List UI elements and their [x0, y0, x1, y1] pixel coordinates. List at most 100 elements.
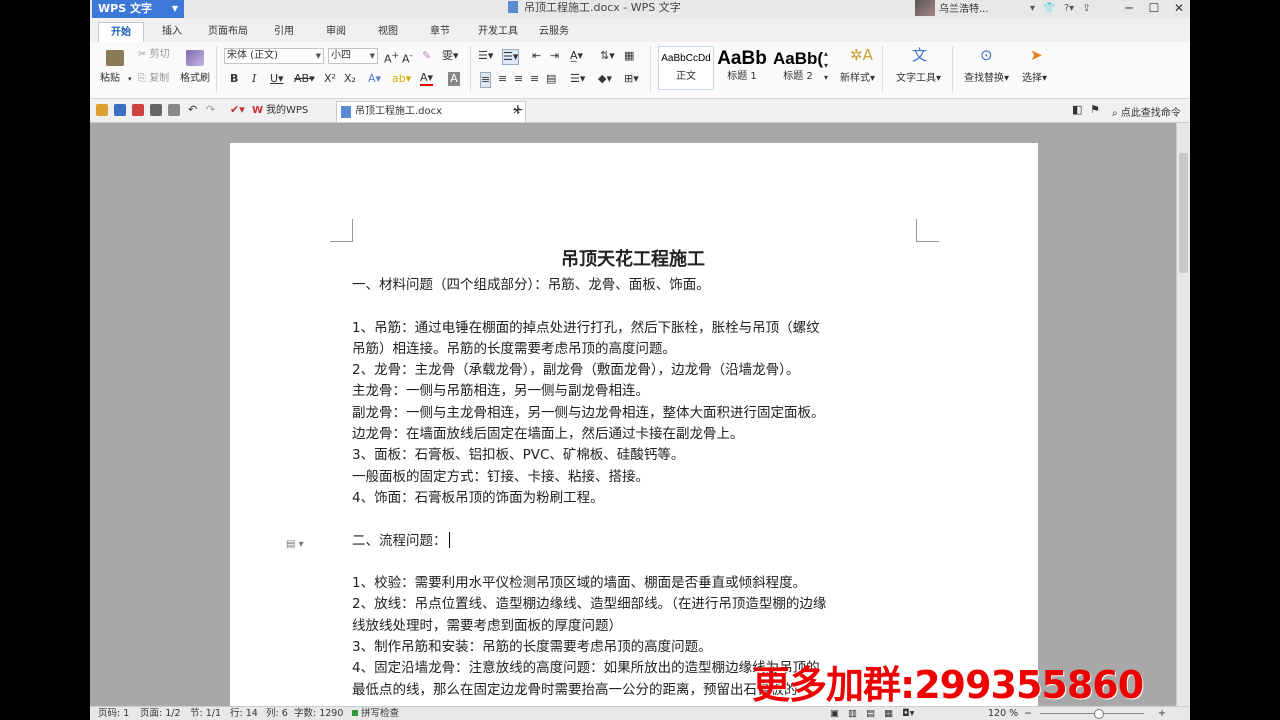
font-size-select[interactable]: 小四 ▼	[328, 48, 378, 64]
style-normal[interactable]: AaBbCcDd 正文	[658, 46, 714, 90]
tab-references[interactable]: 引用	[266, 22, 302, 42]
user-account[interactable]: 乌兰浩特...	[915, 0, 989, 18]
text-tools-icon[interactable]: 文	[912, 48, 927, 63]
justify-icon[interactable]: ≡	[530, 72, 539, 86]
paste-dropdown-icon[interactable]: ▾	[128, 72, 132, 86]
style-heading-2[interactable]: AaBb( 标题 2	[770, 46, 826, 90]
new-tab-button[interactable]: +	[512, 103, 524, 117]
divider	[650, 46, 651, 92]
help-icon[interactable]: ?▾	[1064, 3, 1074, 14]
command-search[interactable]: ⌕ 点此查找命令	[1112, 104, 1181, 119]
font-color-icon[interactable]: A▾	[420, 72, 434, 86]
doc-tab-active[interactable]: 吊顶工程施工.docx ✕	[336, 101, 526, 122]
superscript-icon[interactable]: X²	[324, 72, 336, 86]
align-left-icon[interactable]: ≡	[480, 72, 492, 88]
shading-icon[interactable]: ◆▾	[598, 72, 612, 86]
chinese-layout-icon[interactable]: A̲▾	[570, 49, 583, 63]
align-center-icon[interactable]: ≡	[498, 72, 507, 86]
close-button[interactable]: ✕	[1167, 0, 1190, 16]
check-icon	[352, 710, 358, 716]
tab-cloud[interactable]: 云服务	[534, 22, 574, 42]
open-folder-icon[interactable]	[96, 104, 108, 116]
tab-view[interactable]: 视图	[370, 22, 406, 42]
paragraph: 1、吊筋：通过电锤在棚面的掉点处进行打孔，然后下胀栓，胀栓与吊顶（螺纹	[352, 319, 820, 336]
print-icon[interactable]	[150, 104, 162, 116]
char-shading-icon[interactable]: A	[448, 72, 460, 86]
paste-button[interactable]: 粘贴	[100, 72, 120, 86]
clear-format-icon[interactable]: ✎	[422, 49, 431, 63]
phonetic-icon[interactable]: 雯▾	[442, 49, 459, 63]
shirt-icon[interactable]: 👕	[1043, 3, 1055, 14]
paragraph: 边龙骨：在墙面放线后固定在墙面上，然后通过卡接在副龙骨上。	[352, 426, 744, 443]
subscript-icon[interactable]: X₂	[344, 72, 356, 86]
doc-tab-my-wps[interactable]: W 我的WPS ✕	[248, 101, 350, 121]
status-word-count[interactable]: 字数: 1290	[294, 707, 343, 720]
sidebar-toggle-icon[interactable]: ◧	[1072, 103, 1082, 117]
document-body[interactable]: 吊顶天花工程施工 一、材料问题（四个组成部分）：吊筋、龙骨、面板、饰面。 1、吊筋…	[352, 245, 932, 701]
maximize-button[interactable]: ☐	[1142, 0, 1166, 16]
customize-icon[interactable]: ✔▾	[230, 103, 245, 117]
align-right-icon[interactable]: ≡	[514, 72, 523, 86]
highlight-icon[interactable]: ab▾	[392, 72, 411, 86]
grow-font-icon[interactable]: A+	[384, 49, 399, 67]
style-gallery-scroll[interactable]: ▴ ▾ ▾	[824, 48, 828, 84]
chevron-down-icon: ▼	[171, 4, 178, 13]
copy-button[interactable]: ⎘ 复制	[138, 72, 169, 86]
select-button[interactable]: 选择▾	[1022, 72, 1047, 86]
line-spacing-icon[interactable]: ☰▾	[570, 72, 585, 86]
style-heading-1[interactable]: AaBb 标题 1	[714, 46, 770, 90]
flag-icon[interactable]: ⚑	[1090, 103, 1100, 117]
wps-app-menu-button[interactable]: WPS 文字 ▼	[92, 0, 184, 18]
italic-icon[interactable]: I	[252, 72, 256, 86]
scrollbar-thumb[interactable]	[1179, 153, 1188, 273]
paste-icon[interactable]	[106, 50, 124, 66]
numbered-list-icon[interactable]: ☰▾	[502, 49, 520, 65]
zoom-slider[interactable]	[1040, 713, 1144, 714]
find-replace-icon[interactable]: ⊙	[980, 48, 993, 63]
decrease-indent-icon[interactable]: ⇤	[532, 49, 541, 63]
document-page[interactable]: 吊顶天花工程施工 一、材料问题（四个组成部分）：吊筋、龙骨、面板、饰面。 1、吊筋…	[230, 143, 1038, 706]
distributed-icon[interactable]: ▤	[546, 72, 556, 86]
tab-insert[interactable]: 插入	[152, 22, 192, 42]
font-name-select[interactable]: 宋体 (正文) ▼	[224, 48, 324, 64]
paragraph: 二、流程问题：	[352, 531, 932, 552]
strikethrough-icon[interactable]: AB▾	[294, 72, 315, 86]
show-marks-icon[interactable]: ▦	[624, 49, 634, 63]
new-style-icon[interactable]: ✲A	[850, 48, 873, 63]
increase-indent-icon[interactable]: ⇥	[550, 49, 559, 63]
undo-icon[interactable]: ↶	[188, 103, 197, 117]
vertical-scrollbar[interactable]	[1176, 123, 1190, 706]
zoom-slider-handle[interactable]	[1094, 709, 1104, 719]
tab-chapter[interactable]: 章节	[422, 22, 458, 42]
spell-check-button[interactable]: 拼写检查	[352, 707, 399, 720]
format-painter-button[interactable]: 格式刷	[180, 72, 210, 86]
tab-developer[interactable]: 开发工具	[472, 22, 524, 42]
paragraph: 2、放线：吊点位置线、造型棚边缘线、造型细部线。（在进行吊顶造型棚的边缘	[352, 596, 827, 613]
cut-button[interactable]: ✂ 剪切	[138, 48, 170, 62]
select-arrow-icon[interactable]: ➤	[1030, 48, 1043, 63]
pdf-icon[interactable]	[132, 104, 144, 116]
borders-icon[interactable]: ⊞▾	[624, 72, 639, 86]
minimize-button[interactable]: ─	[1117, 0, 1141, 16]
tab-page-layout[interactable]: 页面布局	[202, 22, 254, 42]
tab-home[interactable]: 开始	[98, 22, 144, 43]
sort-icon[interactable]: ⇅▾	[600, 49, 615, 63]
text-tools-button[interactable]: 文字工具▾	[896, 72, 941, 86]
print-preview-icon[interactable]	[168, 104, 180, 116]
find-replace-button[interactable]: 查找替换▾	[964, 72, 1009, 86]
brush-icon[interactable]	[186, 50, 204, 66]
upload-icon[interactable]: ⇪	[1082, 3, 1090, 14]
redo-icon[interactable]: ↷	[206, 103, 215, 117]
tab-review[interactable]: 审阅	[318, 22, 354, 42]
shrink-font-icon[interactable]: A-	[402, 49, 413, 67]
save-icon[interactable]	[114, 104, 126, 116]
underline-icon[interactable]: U▾	[270, 72, 284, 86]
paragraph-menu-icon[interactable]: ▤ ▾	[286, 539, 304, 550]
paragraph: 主龙骨：一侧与吊筋相连，另一侧与副龙骨相连。	[352, 383, 649, 400]
bullet-list-icon[interactable]: ☰▾	[478, 49, 493, 63]
skin-icon[interactable]: ▾	[1030, 3, 1035, 14]
text-effect-icon[interactable]: A▾	[368, 72, 381, 86]
zoom-in-button[interactable]: +	[1158, 707, 1166, 720]
bold-icon[interactable]: B	[230, 72, 238, 86]
new-style-button[interactable]: 新样式▾	[840, 72, 875, 86]
